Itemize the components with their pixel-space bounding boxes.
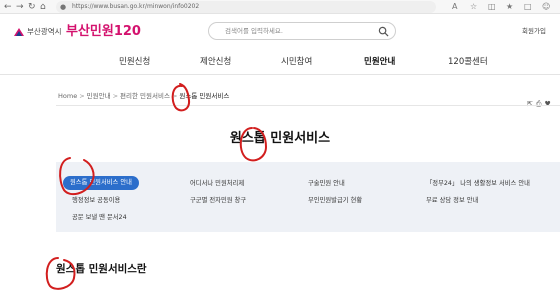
share-icon[interactable]: ⇱ — [527, 99, 533, 109]
gnb-item-apply[interactable]: 민원신청 — [119, 56, 150, 68]
gnb-item-guide[interactable]: 민원안내 — [364, 56, 395, 68]
gnb-item-callcenter[interactable]: 120콜센터 — [448, 56, 488, 68]
tab-document24[interactable]: 공문 보낼 땐 문서24 — [72, 213, 127, 223]
tab-kiosk-status[interactable]: 무인민원발급기 현황 — [308, 196, 362, 206]
main-navigation: 민원신청 제안신청 시민참여 민원안내 120콜센터 — [0, 50, 560, 74]
breadcrumb-home[interactable]: Home — [58, 92, 77, 100]
site-logo-text[interactable]: 부산민원120 — [66, 24, 141, 40]
heart-icon[interactable]: ♥ — [544, 99, 550, 109]
address-bar[interactable]: ● https://www.busan.go.kr/minwon/info020… — [56, 1, 436, 13]
breadcrumb-convenient[interactable]: 편리한 민원서비스 — [120, 92, 170, 100]
search-box[interactable] — [208, 22, 396, 40]
page-utilities: ⇱ ⎙ ♥ — [524, 91, 551, 110]
sub-menu-box: 원스톱 민원서비스 안내 어디서나 민원처리제 구술민원 안내 「정부24」 나… — [56, 162, 560, 232]
read-aloud-icon[interactable]: A — [452, 1, 457, 13]
tab-free-consulting[interactable]: 무료 상담 정보 안내 — [426, 196, 478, 206]
forward-icon[interactable]: → — [16, 1, 24, 13]
browser-toolbar: ← → ↻ ⌂ ● https://www.busan.go.kr/minwon… — [0, 0, 560, 14]
tab-anywhere-processing[interactable]: 어디서나 민원처리제 — [190, 179, 244, 189]
tab-district-e-complaint[interactable]: 구군별 전자민원 창구 — [190, 196, 246, 206]
tab-gov24-life-info[interactable]: 「정부24」 나의 생활정보 서비스 안내 — [426, 179, 530, 189]
tab-onestop-guide[interactable]: 원스톱 민원서비스 안내 — [63, 176, 139, 190]
breadcrumb-separator: > — [171, 92, 178, 100]
section-title: 원스톱 민원서비스란 — [56, 263, 147, 275]
breadcrumb-guide[interactable]: 민원안내 — [87, 92, 111, 100]
back-icon[interactable]: ← — [4, 1, 12, 13]
reload-icon[interactable]: ↻ — [28, 1, 36, 13]
gnb-item-participation[interactable]: 시민참여 — [281, 56, 312, 68]
gnb-divider — [0, 74, 560, 75]
profile-icon[interactable]: ☺ — [542, 1, 550, 13]
breadcrumb-current: 원스톱 민원서비스 — [179, 92, 230, 100]
collections-icon[interactable]: □ — [524, 1, 532, 13]
gnb-item-proposal[interactable]: 제안신청 — [200, 56, 231, 68]
search-icon[interactable] — [378, 26, 389, 37]
breadcrumb: Home > 민원안내 > 편리한 민원서비스 > 원스톱 민원서비스 — [58, 92, 229, 101]
favorite-icon[interactable]: ☆ — [470, 1, 477, 13]
site-header: 부산광역시 부산민원120 회원가입 — [0, 14, 560, 50]
breadcrumb-separator: > — [112, 92, 119, 100]
search-input[interactable] — [225, 25, 375, 37]
split-screen-icon[interactable]: ◫ — [488, 1, 496, 13]
breadcrumb-divider — [56, 105, 560, 106]
print-icon[interactable]: ⎙ — [536, 99, 542, 109]
busan-logo-icon[interactable] — [13, 26, 25, 38]
home-icon[interactable]: ⌂ — [40, 1, 46, 13]
breadcrumb-separator: > — [79, 92, 85, 100]
join-link[interactable]: 회원가입 — [522, 26, 546, 36]
favorites-list-icon[interactable]: ★ — [506, 1, 513, 13]
lock-icon: ● — [60, 3, 67, 11]
page-title: 원스톱 민원서비스 — [229, 131, 331, 146]
tab-oral-complaint[interactable]: 구술민원 안내 — [308, 179, 345, 189]
url-text[interactable]: https://www.busan.go.kr/minwon/info0202 — [72, 1, 199, 13]
city-name[interactable]: 부산광역시 — [27, 27, 62, 37]
tab-admin-info-sharing[interactable]: 행정정보 공동이용 — [72, 196, 120, 206]
